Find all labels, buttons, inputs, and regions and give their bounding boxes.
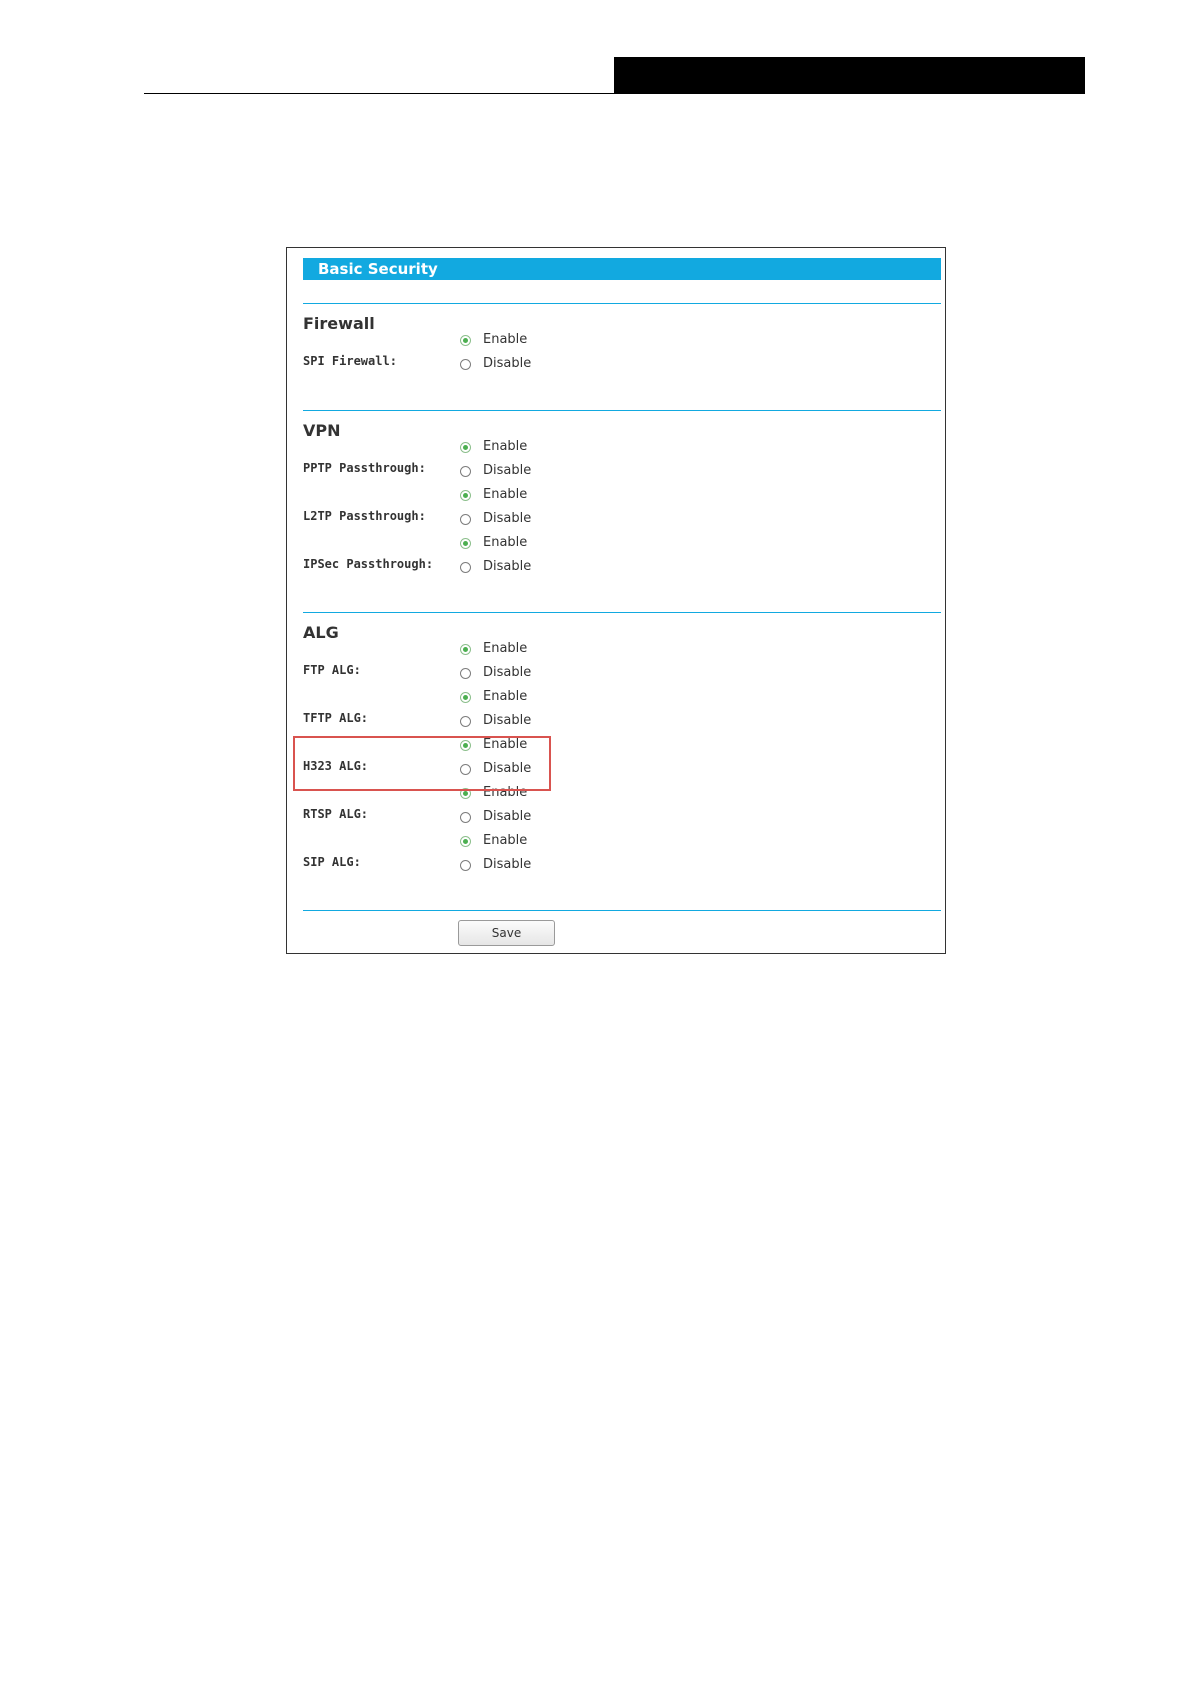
rtsp-alg-enable-radio[interactable] — [460, 787, 471, 799]
section-title-firewall: Firewall — [303, 314, 375, 333]
ftp-alg-disable-radio[interactable] — [460, 667, 471, 679]
l2tp-enable-option[interactable]: Enable — [460, 487, 527, 503]
sip-alg-enable-label: Enable — [483, 833, 528, 848]
l2tp-enable-radio[interactable] — [460, 489, 471, 501]
ftp-alg-label: FTP ALG: — [303, 663, 361, 677]
save-button[interactable]: Save — [458, 920, 555, 946]
sip-alg-disable-option[interactable]: Disable — [460, 857, 531, 873]
ipsec-enable-label: Enable — [483, 535, 528, 550]
h323-alg-disable-label: Disable — [483, 761, 532, 776]
ipsec-enable-option[interactable]: Enable — [460, 535, 527, 551]
rtsp-alg-enable-option[interactable]: Enable — [460, 785, 527, 801]
sip-alg-label: SIP ALG: — [303, 855, 361, 869]
header-rule — [144, 93, 1085, 94]
tftp-alg-disable-radio[interactable] — [460, 715, 471, 727]
h323-alg-enable-label: Enable — [483, 737, 528, 752]
rtsp-alg-disable-option[interactable]: Disable — [460, 809, 531, 825]
l2tp-enable-label: Enable — [483, 487, 528, 502]
pptp-enable-label: Enable — [483, 439, 528, 454]
pptp-enable-option[interactable]: Enable — [460, 439, 527, 455]
sip-alg-disable-radio[interactable] — [460, 859, 471, 871]
pptp-disable-label: Disable — [483, 463, 532, 478]
l2tp-disable-label: Disable — [483, 511, 532, 526]
sip-alg-disable-label: Disable — [483, 857, 532, 872]
h323-alg-enable-option[interactable]: Enable — [460, 737, 527, 753]
ipsec-disable-label: Disable — [483, 559, 532, 574]
ipsec-enable-radio[interactable] — [460, 537, 471, 549]
l2tp-disable-option[interactable]: Disable — [460, 511, 531, 527]
h323-alg-disable-option[interactable]: Disable — [460, 761, 531, 777]
spi-firewall-disable-option[interactable]: Disable — [460, 356, 531, 372]
pptp-disable-radio[interactable] — [460, 465, 471, 477]
spi-firewall-label: SPI Firewall: — [303, 354, 397, 368]
basic-security-panel: Basic Security Firewall SPI Firewall: En… — [286, 247, 946, 954]
spi-firewall-enable-radio[interactable] — [460, 334, 471, 346]
spi-firewall-enable-option[interactable]: Enable — [460, 332, 527, 348]
ftp-alg-enable-label: Enable — [483, 641, 528, 656]
spi-firewall-disable-radio[interactable] — [460, 358, 471, 370]
l2tp-passthrough-label: L2TP Passthrough: — [303, 509, 426, 523]
ftp-alg-enable-radio[interactable] — [460, 643, 471, 655]
rtsp-alg-disable-label: Disable — [483, 809, 532, 824]
rtsp-alg-disable-radio[interactable] — [460, 811, 471, 823]
tftp-alg-disable-option[interactable]: Disable — [460, 713, 531, 729]
section-divider — [303, 910, 941, 911]
panel-title: Basic Security — [318, 260, 438, 278]
tftp-alg-enable-option[interactable]: Enable — [460, 689, 527, 705]
spi-firewall-disable-label: Disable — [483, 356, 532, 371]
panel-title-bar: Basic Security — [303, 258, 941, 280]
section-divider — [303, 303, 941, 304]
ipsec-disable-radio[interactable] — [460, 561, 471, 573]
h323-alg-disable-radio[interactable] — [460, 763, 471, 775]
section-title-alg: ALG — [303, 623, 339, 642]
ftp-alg-disable-option[interactable]: Disable — [460, 665, 531, 681]
ipsec-disable-option[interactable]: Disable — [460, 559, 531, 575]
header-bar — [614, 57, 1085, 94]
section-divider — [303, 612, 941, 613]
sip-alg-enable-option[interactable]: Enable — [460, 833, 527, 849]
pptp-enable-radio[interactable] — [460, 441, 471, 453]
ftp-alg-disable-label: Disable — [483, 665, 532, 680]
tftp-alg-label: TFTP ALG: — [303, 711, 369, 725]
h323-alg-label: H323 ALG: — [303, 759, 369, 773]
sip-alg-enable-radio[interactable] — [460, 835, 471, 847]
h323-alg-enable-radio[interactable] — [460, 739, 471, 751]
rtsp-alg-label: RTSP ALG: — [303, 807, 369, 821]
section-divider — [303, 410, 941, 411]
l2tp-disable-radio[interactable] — [460, 513, 471, 525]
pptp-disable-option[interactable]: Disable — [460, 463, 531, 479]
section-title-vpn: VPN — [303, 421, 341, 440]
tftp-alg-enable-label: Enable — [483, 689, 528, 704]
rtsp-alg-enable-label: Enable — [483, 785, 528, 800]
tftp-alg-disable-label: Disable — [483, 713, 532, 728]
ipsec-passthrough-label: IPSec Passthrough: — [303, 557, 434, 571]
pptp-passthrough-label: PPTP Passthrough: — [303, 461, 426, 475]
ftp-alg-enable-option[interactable]: Enable — [460, 641, 527, 657]
spi-firewall-enable-label: Enable — [483, 332, 528, 347]
tftp-alg-enable-radio[interactable] — [460, 691, 471, 703]
